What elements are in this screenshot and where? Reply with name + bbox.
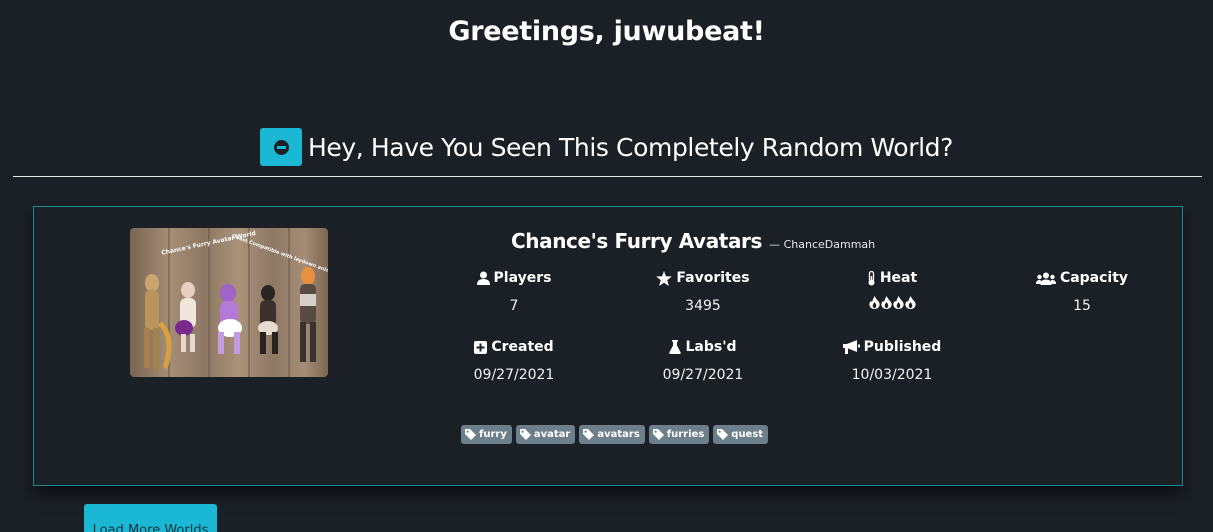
stat-published: Published 10/03/2021	[812, 339, 972, 383]
stat-heat: Heat	[812, 270, 972, 309]
tag-avatars[interactable]: avatars	[579, 425, 645, 444]
tag-icon	[465, 428, 476, 440]
fire-icon	[868, 296, 880, 309]
tag-label: furries	[666, 428, 705, 440]
section-header: Hey, Have You Seen This Completely Rando…	[0, 128, 1213, 166]
users-icon	[1035, 272, 1056, 285]
fire-icon	[880, 296, 892, 309]
page: Greetings, juwubeat! Hey, Have You Seen …	[0, 0, 1213, 532]
stat-capacity-value: 15	[1073, 298, 1091, 314]
thermometer-icon	[868, 270, 875, 285]
stat-favorites-label: Favorites	[676, 270, 750, 286]
section-divider	[13, 176, 1202, 177]
stat-labsd: Labs'd 09/27/2021	[623, 339, 783, 383]
tag-label: avatar	[533, 428, 571, 440]
tag-icon	[519, 428, 531, 440]
stat-players-label: Players	[493, 270, 552, 286]
stat-players-value: 7	[509, 298, 519, 314]
stat-labsd-label: Labs'd	[685, 339, 737, 355]
stat-created-label: Created	[491, 339, 554, 355]
flask-icon	[669, 340, 682, 354]
world-card: Chance's Furry Avatar World Quest Compat…	[33, 206, 1183, 486]
fire-icon	[904, 296, 916, 309]
world-title-row: Chance's Furry Avatars — ChanceDammah	[511, 229, 875, 253]
fire-icon	[892, 296, 904, 309]
tag-label: furry	[479, 428, 507, 440]
world-author[interactable]: — ChanceDammah	[769, 238, 875, 251]
tag-icon	[652, 428, 664, 440]
tag-furry[interactable]: furry	[461, 425, 512, 444]
stat-favorites: Favorites 3495	[623, 270, 783, 314]
stat-capacity: Capacity 15	[1002, 270, 1162, 314]
stat-published-label: Published	[863, 339, 942, 355]
stat-created: Created 09/27/2021	[434, 339, 594, 383]
avatar-figure-3	[218, 284, 242, 354]
user-icon	[476, 271, 490, 285]
world-thumbnail[interactable]: Chance's Furry Avatar World Quest Compat…	[130, 228, 328, 377]
stat-heat-label: Heat	[879, 270, 918, 286]
megaphone-icon	[842, 340, 860, 354]
tag-list: furry avatar avatars furries quest	[461, 425, 769, 444]
star-icon	[656, 270, 673, 286]
avatar-figure-4	[258, 285, 278, 354]
tag-label: avatars	[597, 428, 640, 440]
heat-rating	[812, 296, 972, 309]
load-more-worlds-button[interactable]: Load More Worlds	[84, 504, 217, 532]
collapse-toggle-button[interactable]	[260, 128, 303, 166]
tag-quest[interactable]: quest	[713, 425, 769, 444]
avatar-figure-2	[175, 282, 196, 352]
stat-players: Players 7	[434, 270, 594, 314]
plus-square-icon	[474, 340, 488, 354]
section-title: Hey, Have You Seen This Completely Rando…	[308, 132, 953, 162]
stat-favorites-value: 3495	[685, 298, 721, 314]
page-greeting: Greetings, juwubeat!	[448, 16, 765, 47]
tag-avatar[interactable]: avatar	[515, 425, 576, 444]
stat-published-value: 10/03/2021	[851, 367, 933, 383]
minus-circle-icon	[273, 139, 289, 155]
stat-created-value: 09/27/2021	[473, 367, 555, 383]
stat-capacity-label: Capacity	[1059, 270, 1129, 286]
world-name[interactable]: Chance's Furry Avatars	[511, 229, 762, 253]
avatar-figure-5	[300, 267, 316, 362]
avatar-figure-1	[144, 274, 172, 370]
tag-icon	[583, 428, 595, 440]
tag-icon	[717, 428, 729, 440]
stat-labsd-value: 09/27/2021	[662, 367, 744, 383]
tag-label: quest	[731, 428, 764, 440]
tag-furries[interactable]: furries	[648, 425, 710, 444]
